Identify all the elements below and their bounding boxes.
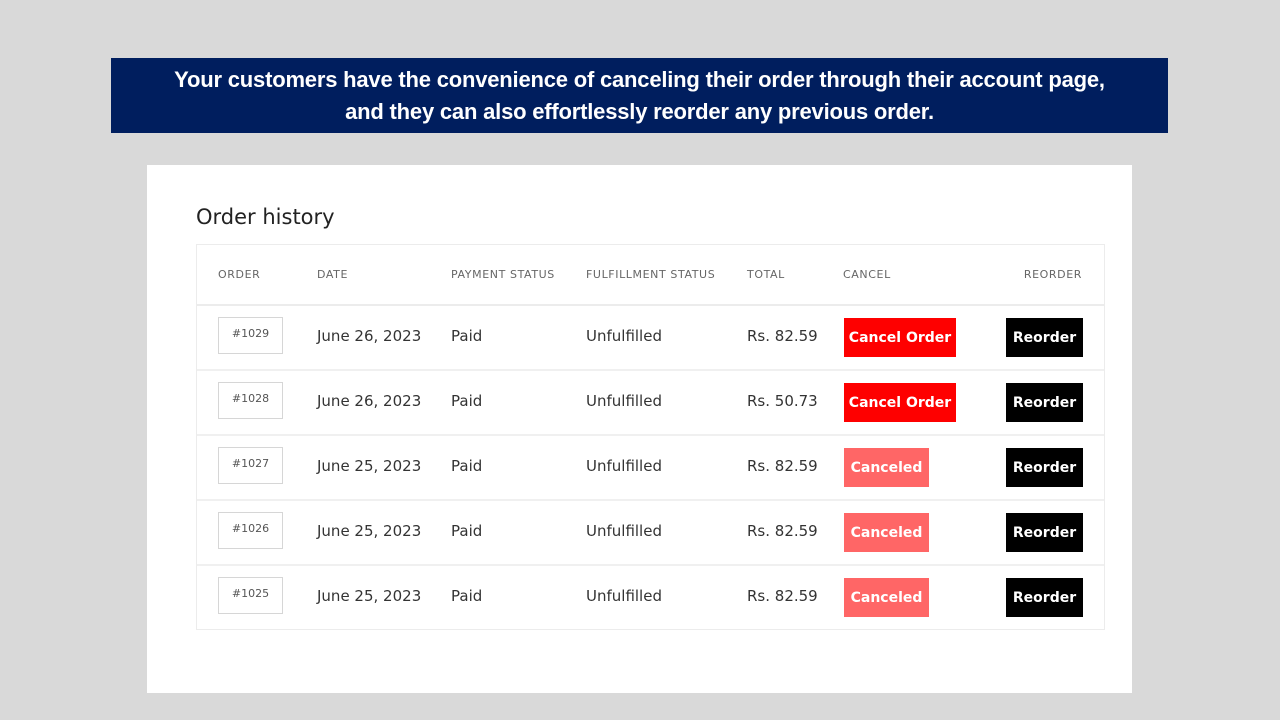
canceled-status-button[interactable]: Canceled [844,513,929,552]
orders-table: ORDER DATE PAYMENT STATUS FULFILLMENT ST… [196,244,1105,630]
fulfillment-status: Unfulfilled [586,457,662,475]
header-payment-status: PAYMENT STATUS [451,268,555,281]
promo-banner: Your customers have the convenience of c… [111,58,1168,133]
payment-status: Paid [451,522,483,540]
table-body: #1029 June 26, 2023 Paid Unfulfilled Rs.… [197,306,1104,631]
order-date: June 26, 2023 [317,327,422,345]
table-row: #1026 June 25, 2023 Paid Unfulfilled Rs.… [197,501,1104,566]
table-row: #1029 June 26, 2023 Paid Unfulfilled Rs.… [197,306,1104,371]
order-date: June 25, 2023 [317,587,422,605]
order-number-link[interactable]: #1028 [218,382,283,419]
order-number-link[interactable]: #1029 [218,317,283,354]
header-total: TOTAL [747,268,785,281]
reorder-button[interactable]: Reorder [1006,448,1083,487]
table-row: #1028 June 26, 2023 Paid Unfulfilled Rs.… [197,371,1104,436]
fulfillment-status: Unfulfilled [586,587,662,605]
reorder-button[interactable]: Reorder [1006,578,1083,617]
reorder-button[interactable]: Reorder [1006,318,1083,357]
canceled-status-button[interactable]: Canceled [844,448,929,487]
order-number-link[interactable]: #1027 [218,447,283,484]
order-total: Rs. 82.59 [747,522,818,540]
payment-status: Paid [451,587,483,605]
order-date: June 25, 2023 [317,457,422,475]
order-total: Rs. 50.73 [747,392,818,410]
cancel-order-button[interactable]: Cancel Order [844,318,956,357]
order-total: Rs. 82.59 [747,587,818,605]
header-cancel: CANCEL [843,268,891,281]
fulfillment-status: Unfulfilled [586,392,662,410]
table-row: #1025 June 25, 2023 Paid Unfulfilled Rs.… [197,566,1104,631]
order-number-link[interactable]: #1025 [218,577,283,614]
cancel-order-button[interactable]: Cancel Order [844,383,956,422]
banner-line-2: and they can also effortlessly reorder a… [345,98,934,124]
header-date: DATE [317,268,349,281]
reorder-button[interactable]: Reorder [1006,513,1083,552]
order-history-card: Order history ORDER DATE PAYMENT STATUS … [147,165,1132,693]
order-date: June 25, 2023 [317,522,422,540]
order-total: Rs. 82.59 [747,327,818,345]
page-title: Order history [196,205,335,229]
order-total: Rs. 82.59 [747,457,818,475]
header-reorder: REORDER [1023,268,1082,281]
header-order: ORDER [218,268,261,281]
order-date: June 26, 2023 [317,392,422,410]
reorder-button[interactable]: Reorder [1006,383,1083,422]
payment-status: Paid [451,392,483,410]
table-row: #1027 June 25, 2023 Paid Unfulfilled Rs.… [197,436,1104,501]
payment-status: Paid [451,457,483,475]
order-number-link[interactable]: #1026 [218,512,283,549]
table-header: ORDER DATE PAYMENT STATUS FULFILLMENT ST… [197,245,1104,306]
banner-line-1: Your customers have the convenience of c… [174,66,1105,92]
fulfillment-status: Unfulfilled [586,327,662,345]
header-fulfillment-status: FULFILLMENT STATUS [586,268,716,281]
fulfillment-status: Unfulfilled [586,522,662,540]
payment-status: Paid [451,327,483,345]
canceled-status-button[interactable]: Canceled [844,578,929,617]
